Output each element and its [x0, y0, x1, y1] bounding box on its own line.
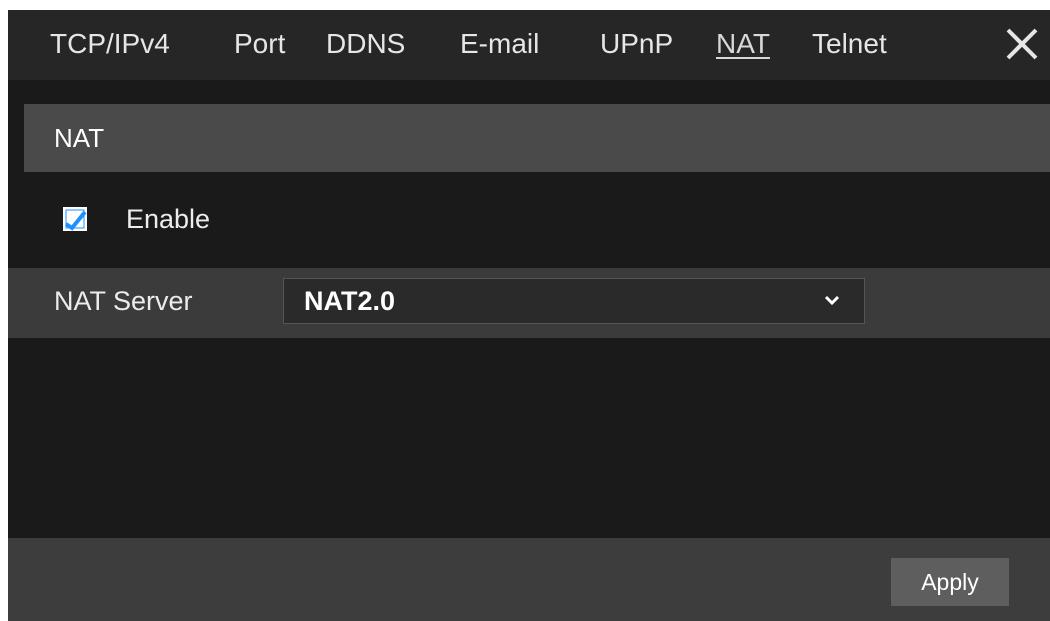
- tab-e-mail[interactable]: E-mail: [460, 24, 539, 64]
- tab-upnp[interactable]: UPnP: [600, 24, 673, 64]
- section-title: NAT: [54, 123, 105, 153]
- checkbox-checked-icon: [63, 207, 87, 231]
- nat-server-select[interactable]: NAT2.0: [283, 278, 865, 324]
- enable-label: Enable: [126, 204, 211, 234]
- apply-button[interactable]: Apply: [891, 558, 1009, 606]
- nat-server-label: NAT Server: [54, 286, 193, 316]
- tab-tcp-ipv4[interactable]: TCP/IPv4: [50, 24, 170, 64]
- enable-row: Enable: [24, 188, 1050, 252]
- chevron-down-icon: [824, 295, 840, 306]
- tab-ddns[interactable]: DDNS: [326, 24, 405, 64]
- close-button[interactable]: [1002, 24, 1042, 64]
- tab-bar: TCP/IPv4 Port DDNS E-mail UPnP NAT Telne…: [8, 10, 1050, 80]
- nat-server-row: NAT Server NAT2.0: [8, 268, 1050, 338]
- tab-telnet[interactable]: Telnet: [812, 24, 887, 64]
- footer-bar: Apply: [8, 538, 1050, 621]
- section-header: NAT: [24, 104, 1050, 172]
- tab-nat[interactable]: NAT: [716, 24, 770, 64]
- tab-port[interactable]: Port: [234, 24, 285, 64]
- close-icon: [1006, 28, 1038, 60]
- nat-settings-window: TCP/IPv4 Port DDNS E-mail UPnP NAT Telne…: [8, 10, 1050, 621]
- enable-checkbox[interactable]: [62, 206, 88, 232]
- nat-server-value: NAT2.0: [304, 286, 396, 316]
